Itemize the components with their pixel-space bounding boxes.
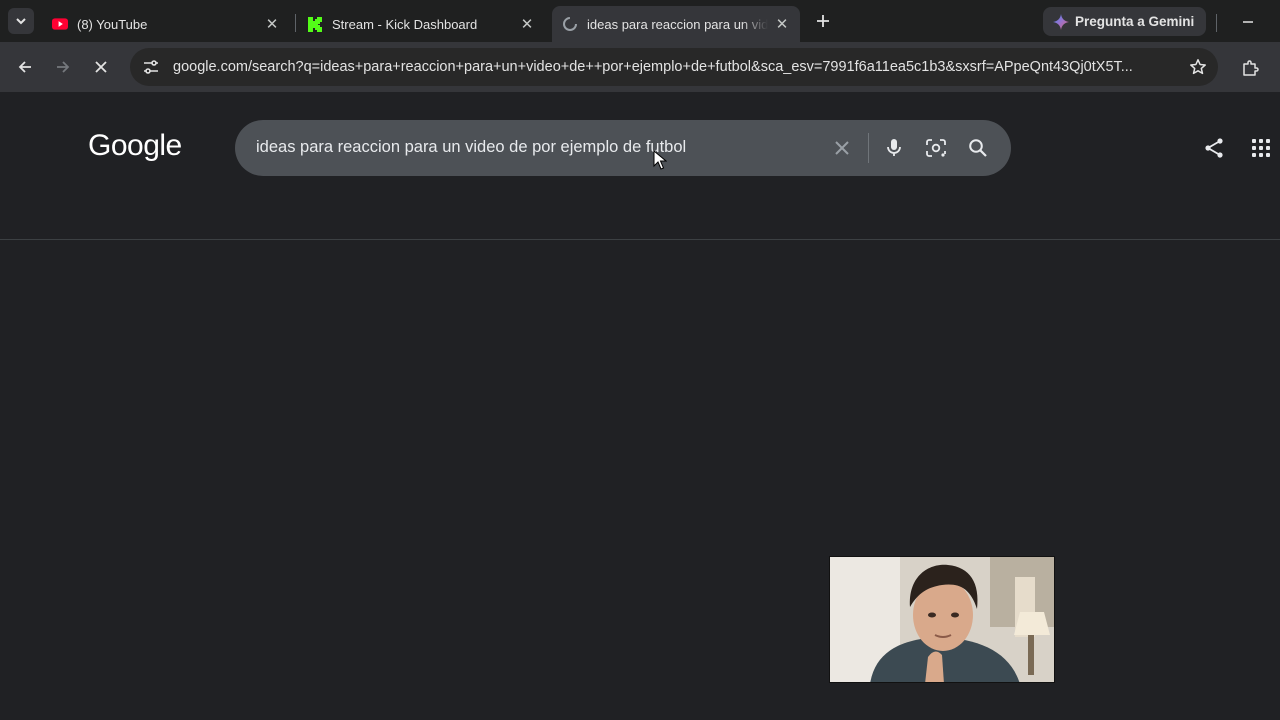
tab-title: Stream - Kick Dashboard [332, 16, 478, 32]
stop-loading-button[interactable] [87, 53, 115, 81]
share-icon [1205, 138, 1223, 158]
tab-youtube[interactable]: (8) YouTube ✕ [42, 6, 290, 42]
share-button[interactable] [1200, 134, 1228, 162]
microphone-icon[interactable] [880, 134, 908, 162]
google-logo[interactable]: Google [88, 129, 182, 163]
clear-search-icon[interactable] [828, 134, 856, 162]
search-icon[interactable] [964, 134, 992, 162]
tab-strip: (8) YouTube ✕ Stream - Kick Dashboard ✕ … [0, 0, 1280, 42]
extensions-button[interactable] [1238, 56, 1262, 80]
search-input[interactable]: ideas para reaccion para un video de por… [256, 138, 686, 157]
search-bar[interactable]: ideas para reaccion para un video de por… [235, 120, 1011, 176]
loading-icon [562, 16, 578, 32]
back-button[interactable] [11, 53, 39, 81]
search-divider [868, 133, 869, 163]
tab-kick-dashboard[interactable]: Stream - Kick Dashboard ✕ [297, 6, 545, 42]
tab-separator [295, 14, 296, 32]
webcam-overlay [829, 556, 1055, 683]
arrow-right-icon [57, 61, 70, 73]
url-text[interactable]: google.com/search?q=ideas+para+reaccion+… [173, 59, 1179, 75]
google-search-page: Google ideas para reaccion para un video… [0, 92, 1280, 720]
bookmark-star-icon[interactable] [1188, 57, 1208, 77]
plus-icon [817, 15, 829, 27]
chevron-down-icon [16, 18, 26, 25]
new-tab-button[interactable] [811, 9, 835, 33]
lens-camera-icon[interactable] [922, 134, 950, 162]
puzzle-icon [1243, 60, 1259, 76]
tab-title: (8) YouTube [77, 16, 148, 32]
kick-icon [307, 16, 323, 32]
arrow-left-icon [18, 61, 31, 73]
tab-search-button[interactable] [8, 8, 34, 34]
gemini-sparkle-icon [1053, 13, 1069, 30]
tab-google-search[interactable]: ideas para reaccion para un vid ✕ [552, 6, 800, 42]
minimize-button[interactable] [1236, 10, 1260, 34]
close-icon[interactable]: ✕ [519, 16, 535, 33]
gemini-button[interactable]: Pregunta a Gemini [1043, 7, 1207, 36]
close-icon[interactable]: ✕ [774, 16, 790, 33]
close-icon[interactable]: ✕ [264, 16, 280, 33]
address-bar[interactable]: google.com/search?q=ideas+para+reaccion+… [130, 48, 1218, 86]
site-info-icon[interactable] [134, 50, 168, 84]
header-divider [0, 239, 1280, 240]
google-apps-button[interactable] [1247, 134, 1275, 162]
forward-button[interactable] [49, 53, 77, 81]
apps-grid-icon [1252, 139, 1270, 157]
close-icon [95, 61, 107, 73]
toolbar-separator [1216, 14, 1217, 32]
youtube-icon [52, 16, 68, 32]
gemini-label: Pregunta a Gemini [1075, 14, 1195, 29]
minimize-icon [1243, 21, 1253, 23]
browser-toolbar: google.com/search?q=ideas+para+reaccion+… [0, 42, 1280, 92]
tab-title: ideas para reaccion para un vid [587, 16, 768, 32]
mouse-cursor-icon [653, 149, 668, 175]
